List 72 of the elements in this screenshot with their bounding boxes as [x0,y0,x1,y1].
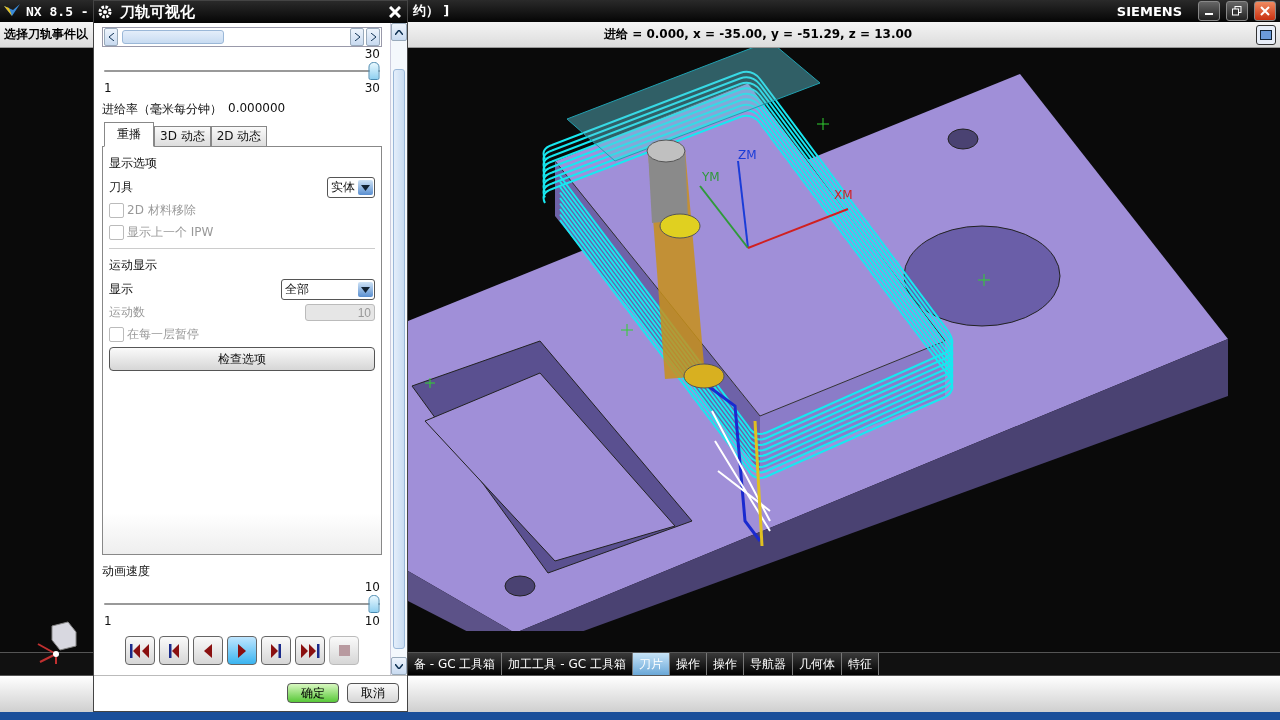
feed-rate-label: 进给率（毫米每分钟） [102,101,222,118]
toolbar-tab[interactable]: 加工工具 - GC 工具箱 [502,653,633,675]
window-title-tail: 约） ] [412,2,450,20]
minimize-button[interactable] [1198,1,1220,21]
play-reverse-icon [204,643,212,658]
toolbar-tab[interactable]: 几何体 [792,653,842,675]
group-title: 显示选项 [109,155,158,172]
status-prompt: 选择刀轨事件以 [4,26,89,43]
toolbar-tab[interactable]: 导航器 [743,653,793,675]
toolbar-tab[interactable]: 操作 [706,653,744,675]
axis-label: YM [702,170,720,184]
close-button[interactable] [1254,1,1276,21]
chevron-left-icon [108,33,114,41]
axis-label: XM [834,188,853,202]
chevron-right-icon [354,33,360,41]
slider-value: 30 [364,47,380,61]
brand-label: SIEMENS [1116,3,1182,19]
playback-button[interactable] [227,636,257,665]
playback-button[interactable] [261,636,291,665]
ok-button[interactable]: 确定 [287,683,339,703]
speed-label: 动画速度 [102,563,151,580]
window-title: NX 8.5 - [26,3,89,19]
dropdown-arrow-icon [361,286,370,293]
toolbar-tab[interactable]: 备 - GC 工具箱 [408,653,503,675]
tab[interactable]: 3D 动态 [154,126,211,147]
slider-max-label: 30 [364,81,380,95]
restore-icon [1232,6,1242,16]
dropdown[interactable]: 实体 [327,177,375,198]
check-options-button[interactable]: 检查选项 [109,347,375,371]
playback-button[interactable] [295,636,325,665]
toolbar-tab[interactable]: 特征 [841,653,879,675]
slider-max-label: 10 [364,614,380,628]
restore-button[interactable] [1226,1,1248,21]
stop-icon [338,645,350,656]
horizontal-scrollbar[interactable] [102,27,382,47]
play-icon [238,643,246,658]
group-title: 运动显示 [109,257,158,274]
skip-to-start-icon [129,643,151,658]
settings-icon[interactable] [98,5,112,19]
step-back-icon [168,643,180,658]
slider-thumb[interactable] [368,595,380,613]
dialog-title: 刀轨可视化 [120,2,195,22]
vertical-scrollbar[interactable] [390,23,407,675]
cancel-button[interactable]: 取消 [347,683,399,703]
playback-button[interactable] [159,636,189,665]
feed-rate-value: 0.000000 [228,101,286,117]
app-logo-icon [4,4,20,18]
slider-thumb[interactable] [368,62,380,80]
tab[interactable]: 2D 动态 [210,126,268,147]
tab[interactable]: 重播 [104,122,154,147]
toolbar-tab[interactable]: 操作 [669,653,707,675]
field-label: 运动数 [109,304,145,321]
step-forward-icon [270,643,282,658]
field-label: 刀具 [109,179,133,196]
window-button[interactable] [1256,24,1276,45]
playback-button[interactable] [125,636,155,665]
chevron-up-icon [395,29,403,35]
window-icon [1260,29,1272,40]
slider-min-label: 1 [104,614,112,628]
chevron-down-icon [395,663,403,669]
coordinate-readout: 进给 = 0.000, x = -35.00, y = -51.29, z = 13.00 [604,26,913,43]
slider-min-label: 1 [104,81,112,95]
dropdown[interactable]: 全部 [281,279,375,300]
chevron-right-icon [370,33,376,41]
skip-to-end-icon [299,643,321,658]
close-icon [1260,6,1270,16]
field-label: 显示 [109,281,133,298]
axis-label: ZM [738,148,757,162]
close-icon[interactable] [389,6,401,18]
dropdown-arrow-icon [361,184,370,191]
playback-button[interactable] [193,636,223,665]
slider-value: 10 [364,580,380,594]
